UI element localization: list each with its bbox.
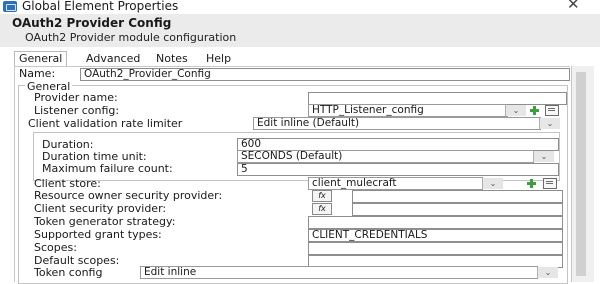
client-security-provider-input[interactable] [352, 203, 563, 216]
duration-unit-select[interactable]: SECONDS (Default) [237, 150, 534, 163]
tab-bar: General Advanced Notes Help [14, 51, 580, 67]
chevron-down-icon[interactable]: ⌄ [537, 267, 558, 278]
dialog-header: OAuth2 Provider Config OAuth2 Provider m… [0, 14, 600, 47]
scopes-label: Scopes: [34, 241, 77, 254]
tab-advanced[interactable]: Advanced [86, 52, 140, 67]
token-config-select[interactable]: Edit inline [140, 266, 538, 279]
edit-icon[interactable] [545, 105, 559, 116]
scrollbar-thumb[interactable] [576, 72, 586, 276]
add-icon[interactable] [529, 105, 540, 116]
chevron-down-icon[interactable]: ⌄ [539, 118, 560, 129]
app-window-icon [3, 1, 17, 12]
listener-config-select[interactable]: HTTP_Listener_config [308, 104, 508, 117]
max-failure-label: Maximum failure count: [42, 162, 173, 175]
close-icon[interactable]: ✕ [567, 0, 580, 13]
dialog-subtitle: OAuth2 Provider module configuration [25, 31, 237, 44]
client-store-select[interactable]: client_mulecraft [308, 177, 483, 190]
dialog-title: OAuth2 Provider Config [12, 16, 172, 30]
duration-unit-value: SECONDS (Default) [241, 150, 343, 162]
max-failure-input[interactable]: 5 [237, 163, 559, 176]
name-label: Name: [19, 67, 56, 80]
listener-config-value: HTTP_Listener_config [312, 104, 424, 116]
chevron-down-icon[interactable]: ⌄ [533, 151, 554, 162]
tab-help[interactable]: Help [206, 52, 231, 67]
name-input[interactable]: OAuth2_Provider_Config [80, 68, 570, 81]
resource-owner-provider-label: Resource owner security provider: [34, 189, 223, 202]
grant-types-label: Supported grant types: [34, 228, 162, 241]
panel-scrollbar[interactable] [572, 66, 594, 282]
client-store-value: client_mulecraft [312, 177, 397, 189]
token-config-value: Edit inline [144, 266, 197, 278]
chevron-down-icon[interactable]: ⌄ [482, 178, 503, 189]
tab-notes[interactable]: Notes [156, 52, 188, 67]
scopes-input[interactable] [308, 242, 563, 255]
expression-mode-button[interactable]: fx [312, 190, 332, 202]
tab-general[interactable]: General [14, 51, 68, 67]
rate-limiter-value: Edit inline (Default) [257, 117, 360, 129]
chevron-down-icon[interactable]: ⌄ [505, 105, 526, 116]
add-icon[interactable] [526, 178, 537, 189]
client-security-provider-label: Client security provider: [34, 202, 167, 215]
rate-limiter-label: Client validation rate limiter [28, 117, 183, 130]
token-generator-label: Token generator strategy: [34, 215, 176, 228]
provider-name-label: Provider name: [34, 91, 118, 104]
grant-types-input[interactable]: CLIENT_CREDENTIALS [308, 229, 563, 242]
listener-config-label: Listener config: [34, 104, 120, 117]
token-config-label: Token config [34, 266, 103, 279]
resource-owner-provider-input[interactable] [352, 190, 563, 203]
edit-icon[interactable] [543, 178, 557, 189]
rate-limiter-select[interactable]: Edit inline (Default) [253, 117, 541, 130]
expression-mode-button[interactable]: fx [312, 203, 332, 215]
window-titlebar: Global Element Properties ✕ [0, 0, 600, 14]
window-title: Global Element Properties [22, 0, 179, 13]
token-generator-input[interactable] [308, 216, 563, 229]
